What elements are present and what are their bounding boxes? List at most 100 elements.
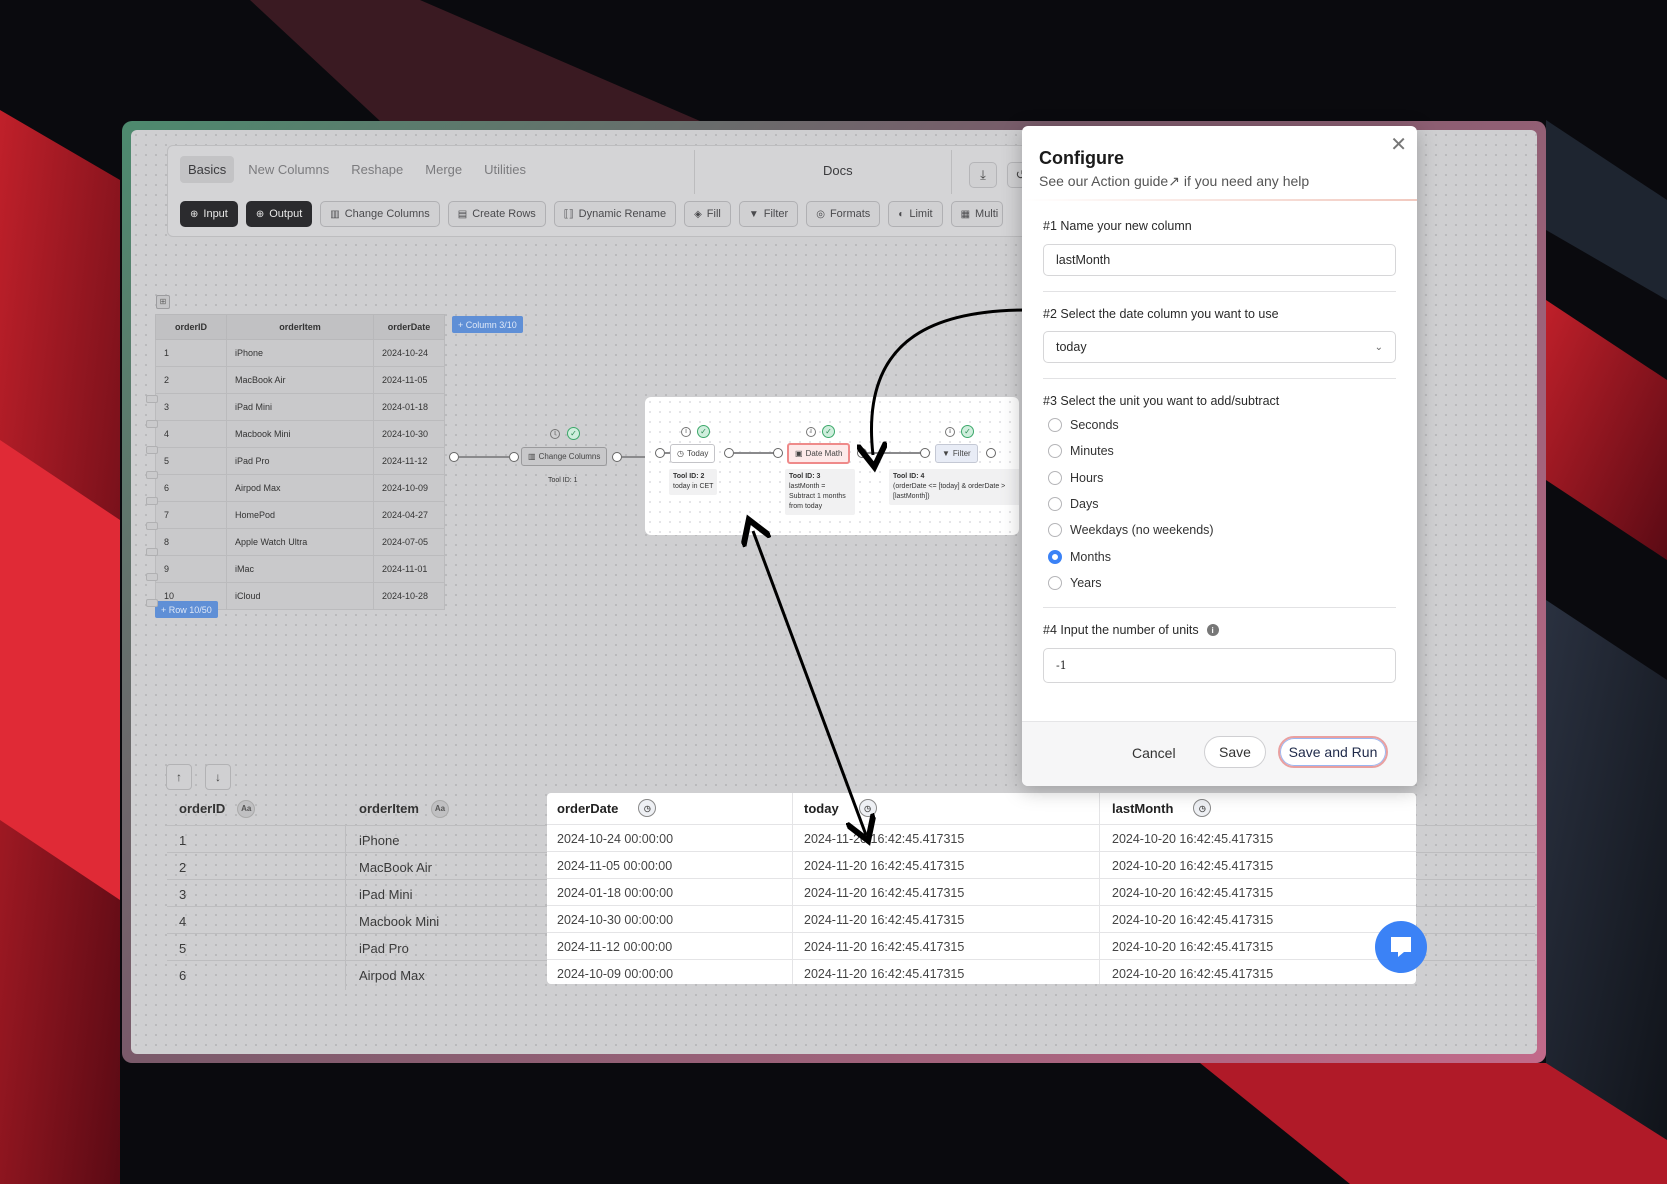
columns-icon: ▥ (528, 452, 536, 461)
column-header[interactable]: orderDate (373, 314, 445, 340)
tool-create-rows[interactable]: ▤ Create Rows (447, 201, 546, 227)
radio-button[interactable] (1048, 523, 1062, 538)
row-drag-handle[interactable] (146, 445, 158, 454)
node-port[interactable] (857, 448, 867, 458)
column-header[interactable]: orderID (155, 314, 227, 340)
radio-button[interactable] (1048, 496, 1062, 511)
download-button[interactable]: ⤓ (969, 162, 997, 188)
move-up-button[interactable]: ↑ (166, 764, 192, 790)
column-header-orderitem[interactable]: orderItem Aa (347, 792, 449, 825)
tab-utilities[interactable]: Utilities (476, 156, 534, 183)
row-drag-handle[interactable] (146, 547, 158, 556)
row-drag-handle[interactable] (146, 420, 158, 428)
table-row[interactable]: 6 Airpod Max 2024-10-09 (155, 474, 445, 502)
docs-link[interactable]: Docs (823, 163, 853, 178)
tool-multi[interactable]: ▦ Multi (950, 201, 1004, 227)
column-name-input[interactable]: lastMonth (1043, 244, 1396, 276)
node-filter[interactable]: ▼ Filter (935, 444, 978, 463)
table-row[interactable]: 8 Apple Watch Ultra 2024-07-05 (155, 528, 445, 556)
tool-fill[interactable]: ◈ Fill (684, 201, 731, 227)
table-cell: 1 (155, 339, 227, 367)
node-change-columns[interactable]: ▥ Change Columns (521, 447, 608, 466)
tool-filter[interactable]: ▼ Filter (738, 201, 799, 227)
table-row[interactable]: 4 Macbook Mini 2024-10-30 (155, 420, 445, 448)
node-date-math[interactable]: ▣ Date Math (787, 443, 851, 464)
table-row[interactable]: 3 iPad Mini 2024-01-18 (155, 393, 445, 421)
tool-formats[interactable]: ◎ Formats (806, 201, 881, 227)
column-header-orderid[interactable]: orderID Aa (167, 792, 256, 825)
radio-button[interactable] (1048, 470, 1062, 485)
tool-change-columns[interactable]: ▥ Change Columns (320, 201, 440, 227)
cancel-button[interactable]: Cancel (1132, 745, 1176, 761)
tab-merge[interactable]: Merge (417, 156, 470, 183)
unit-option[interactable]: Minutes (1048, 444, 1114, 459)
close-button[interactable]: ✕ (1390, 132, 1407, 157)
tool-dynamic-rename[interactable]: ⟦⟧ Dynamic Rename (553, 201, 677, 227)
node-port[interactable] (920, 448, 930, 458)
move-down-button[interactable]: ↓ (205, 764, 231, 790)
unit-option[interactable]: Years (1048, 575, 1102, 590)
column-header-today[interactable]: today ◷ (794, 793, 877, 823)
table-row[interactable]: 2024-01-18 00:00:00 2024-11-20 16:42:45.4… (547, 878, 1416, 905)
node-port[interactable] (509, 452, 519, 462)
add-row-button[interactable]: + Row 10/50 (155, 601, 218, 618)
table-row[interactable]: 2024-10-09 00:00:00 2024-11-20 16:42:45.4… (547, 959, 1416, 984)
tool-input[interactable]: ⊕ Input (180, 201, 238, 227)
save-and-run-button[interactable]: Save and Run (1278, 736, 1388, 768)
table-row[interactable]: 2 MacBook Air 2024-11-05 (155, 366, 445, 394)
info-icon[interactable]: i (806, 427, 816, 437)
info-icon[interactable]: i (550, 429, 560, 439)
table-row[interactable]: 7 HomePod 2024-04-27 (155, 501, 445, 529)
table-row[interactable]: 2024-10-24 00:00:00 2024-11-20 16:42:45.4… (547, 824, 1416, 851)
unit-option[interactable]: Hours (1048, 470, 1103, 485)
unit-option[interactable]: Months (1048, 549, 1111, 564)
row-drag-handle[interactable] (146, 471, 158, 479)
unit-option[interactable]: Seconds (1048, 418, 1119, 432)
action-guide-link[interactable]: Action guide↗ (1091, 173, 1180, 189)
tab-reshape[interactable]: Reshape (343, 156, 411, 183)
add-column-button[interactable]: + Column 3/10 (452, 316, 523, 333)
info-icon[interactable]: i (945, 427, 955, 437)
table-row[interactable]: 5 iPad Pro 2024-11-12 (155, 447, 445, 475)
tab-basics[interactable]: Basics (180, 156, 235, 183)
column-header-orderdate[interactable]: orderDate ◷ (547, 793, 657, 823)
tool-output[interactable]: ⊕ Output (245, 201, 313, 227)
info-icon[interactable]: i (1206, 624, 1219, 636)
table-row[interactable]: 2024-10-30 00:00:00 2024-11-20 16:42:45.4… (547, 905, 1416, 932)
success-check-icon: ✓ (961, 425, 974, 438)
table-row[interactable]: 2024-11-12 00:00:00 2024-11-20 16:42:45.4… (547, 932, 1416, 959)
table-grid-icon[interactable]: ⊞ (156, 295, 170, 309)
node-today[interactable]: ◷ Today (670, 444, 716, 463)
row-drag-handle[interactable] (146, 573, 158, 581)
date-column-select[interactable]: today ⌄ (1043, 331, 1396, 363)
node-port[interactable] (773, 448, 783, 458)
panel-subtitle: See our Action guide↗ if you need any he… (1039, 173, 1309, 190)
unit-option[interactable]: Weekdays (no weekends) (1048, 523, 1214, 538)
column-header-lastmonth[interactable]: lastMonth ◷ (1102, 793, 1212, 823)
radio-button[interactable] (1048, 444, 1062, 459)
row-drag-handle[interactable] (146, 522, 158, 530)
table-row[interactable]: 9 iMac 2024-11-01 (155, 555, 445, 583)
table-row[interactable]: 1 iPhone 2024-10-24 (155, 339, 445, 367)
node-port[interactable] (612, 452, 622, 462)
unit-option[interactable]: Days (1048, 496, 1098, 511)
tool-label: Formats (829, 208, 871, 220)
radio-button[interactable] (1048, 575, 1062, 590)
save-button[interactable]: Save (1204, 736, 1266, 768)
node-port[interactable] (724, 448, 734, 458)
row-drag-handle[interactable] (146, 394, 158, 403)
units-number-input[interactable]: -1 (1043, 648, 1396, 683)
node-port[interactable] (986, 448, 996, 458)
row-drag-handle[interactable] (146, 496, 158, 505)
row-drag-handle[interactable] (146, 598, 158, 607)
radio-button[interactable] (1048, 549, 1062, 564)
node-port[interactable] (655, 448, 665, 458)
tab-new-columns[interactable]: New Columns (240, 156, 337, 183)
table-row[interactable]: 2024-11-05 00:00:00 2024-11-20 16:42:45.4… (547, 851, 1416, 878)
node-port[interactable] (449, 452, 459, 462)
tool-limit[interactable]: ◐ Limit (888, 201, 943, 227)
chat-support-button[interactable] (1375, 921, 1427, 973)
info-icon[interactable]: i (681, 427, 691, 437)
column-header[interactable]: orderItem (226, 314, 374, 340)
radio-button[interactable] (1048, 418, 1062, 432)
